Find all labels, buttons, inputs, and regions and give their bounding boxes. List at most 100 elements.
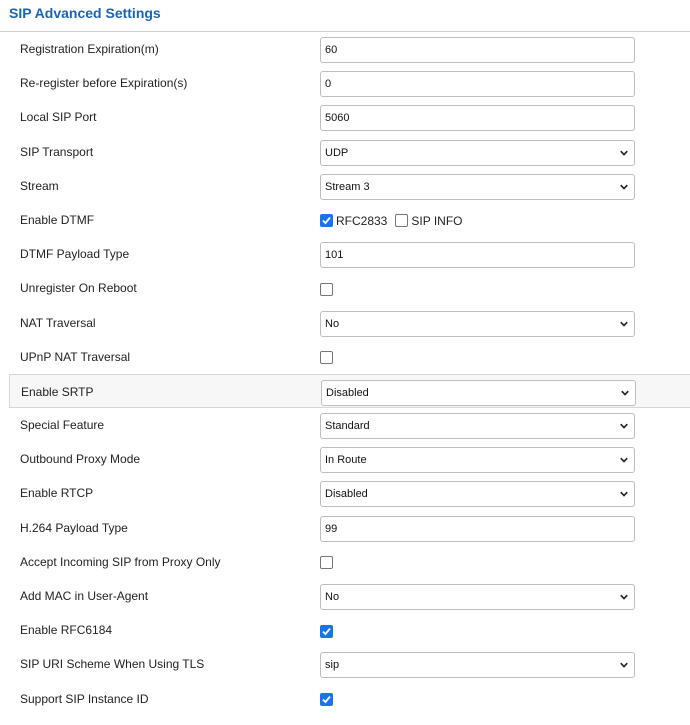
chevron-down-icon [620,663,628,669]
setting-row-enable-rtcp: Enable RTCP Disabled [0,476,690,510]
support-sip-instance-id-checkbox[interactable] [320,692,333,706]
setting-row-special-feature: Special Feature Standard [0,408,690,442]
setting-row-re-register-before-expiration-s: Re-register before Expiration(s) [0,66,690,100]
control-wrapper: Stream 3 [320,173,635,200]
chevron-down-icon [620,594,628,600]
control-wrapper [320,555,333,570]
setting-row-registration-expiration-m: Registration Expiration(m) [0,32,690,66]
chevron-down-icon [621,390,629,396]
control-wrapper [320,515,635,542]
setting-row-add-mac-in-user-agent: Add MAC in User-Agent No [0,579,690,613]
setting-row-stream: Stream Stream 3 [0,169,690,203]
chevron-down-icon [620,150,628,156]
nat-traversal-select[interactable]: No [320,310,635,337]
setting-label: Local SIP Port [20,110,97,125]
accept-incoming-sip-from-proxy-only-checkbox[interactable] [320,556,333,570]
setting-label: Re-register before Expiration(s) [20,76,188,91]
re-register-before-expiration-s-input[interactable] [320,71,635,98]
rfc2833-checkbox[interactable] [320,214,333,228]
control-wrapper [320,350,333,365]
control-wrapper [320,71,635,98]
control-wrapper [320,623,333,638]
control-wrapper [320,105,635,132]
setting-row-enable-dtmf: Enable DTMF RFC2833 SIP INFO [0,203,690,237]
outbound-proxy-mode-select[interactable]: In Route [320,447,635,474]
setting-label: Enable RFC6184 [20,623,113,638]
select-value: UDP [325,146,349,159]
select-value: Stream 3 [325,180,370,193]
select-value: Disabled [326,386,369,399]
setting-label: UPnP NAT Traversal [20,349,131,364]
setting-row-outbound-proxy-mode: Outbound Proxy Mode In Route [0,442,690,476]
local-sip-port-input[interactable] [320,105,635,132]
enable-rtcp-select[interactable]: Disabled [320,481,635,508]
control-wrapper: RFC2833 SIP INFO [320,213,470,228]
setting-label: Outbound Proxy Mode [20,452,141,467]
sip-transport-select[interactable]: UDP [320,139,635,166]
setting-label: H.264 Payload Type [20,520,128,535]
settings-list: Registration Expiration(m) Re-register be… [0,32,690,716]
chevron-down-icon [620,321,628,327]
select-value: In Route [325,454,367,467]
setting-label: SIP Transport [20,144,94,159]
registration-expiration-m-input[interactable] [320,37,635,63]
setting-row-nat-traversal: NAT Traversal No [0,306,690,340]
control-wrapper: UDP [320,139,635,166]
enable-srtp-select[interactable]: Disabled [321,379,636,406]
setting-label: DTMF Payload Type [20,247,130,262]
setting-label: Registration Expiration(m) [20,42,159,56]
sip-info-checkbox[interactable] [395,214,409,228]
control-wrapper: Disabled [320,481,635,508]
stream-select[interactable]: Stream 3 [320,173,635,200]
section-header: SIP Advanced Settings [0,0,690,32]
setting-label: NAT Traversal [20,315,96,330]
setting-label: Enable DTMF [20,212,95,227]
select-value: Standard [325,420,370,433]
select-value: sip [325,659,340,672]
checkbox-label: RFC2833 [336,213,388,228]
h-264-payload-type-input[interactable] [320,515,635,542]
enable-rfc6184-checkbox[interactable] [320,624,333,638]
setting-row-upnp-nat-traversal: UPnP NAT Traversal [0,340,690,374]
upnp-nat-traversal-checkbox[interactable] [320,351,333,365]
unregister-on-reboot-checkbox[interactable] [320,282,333,296]
setting-row-sip-uri-scheme-when-using-tls: SIP URI Scheme When Using TLS sip [0,647,690,681]
control-wrapper: In Route [320,447,635,474]
setting-label: Stream [20,178,59,193]
select-value: Disabled [325,488,368,501]
control-wrapper [320,242,635,269]
setting-row-enable-srtp: Enable SRTP Disabled [9,373,690,409]
setting-label: SIP URI Scheme When Using TLS [20,657,205,672]
setting-row-unregister-on-reboot: Unregister On Reboot [0,271,690,305]
chevron-down-icon [620,457,628,464]
setting-label: Enable SRTP [21,384,94,399]
control-wrapper: No [320,584,635,610]
setting-row-dtmf-payload-type: DTMF Payload Type [0,237,690,271]
chevron-down-icon [620,423,628,429]
select-value: No [325,591,340,603]
setting-row-support-sip-instance-id: Support SIP Instance ID [0,682,690,716]
checkbox-label: SIP INFO [411,213,463,228]
setting-label: Unregister On Reboot [20,281,137,296]
setting-row-sip-transport: SIP Transport UDP [0,135,690,169]
page-title: SIP Advanced Settings [9,5,161,21]
setting-label: Add MAC in User-Agent [20,589,149,603]
control-wrapper: Standard [320,413,635,440]
control-wrapper [320,37,635,63]
setting-label: Special Feature [20,418,105,433]
chevron-down-icon [620,492,628,498]
dtmf-payload-type-input[interactable] [320,242,635,269]
sip-uri-scheme-when-using-tls-select[interactable]: sip [320,652,635,679]
control-wrapper: No [320,310,635,337]
setting-row-local-sip-port: Local SIP Port [0,100,690,134]
special-feature-select[interactable]: Standard [320,413,635,440]
chevron-down-icon [620,184,628,190]
add-mac-in-user-agent-select[interactable]: No [320,584,635,610]
setting-label: Enable RTCP [20,486,94,501]
setting-label: Accept Incoming SIP from Proxy Only [20,554,221,569]
setting-row-enable-rfc6184: Enable RFC6184 [0,613,690,647]
control-wrapper [320,281,333,296]
setting-row-h-264-payload-type: H.264 Payload Type [0,511,690,545]
select-value: No [325,317,340,330]
control-wrapper: sip [320,652,635,679]
